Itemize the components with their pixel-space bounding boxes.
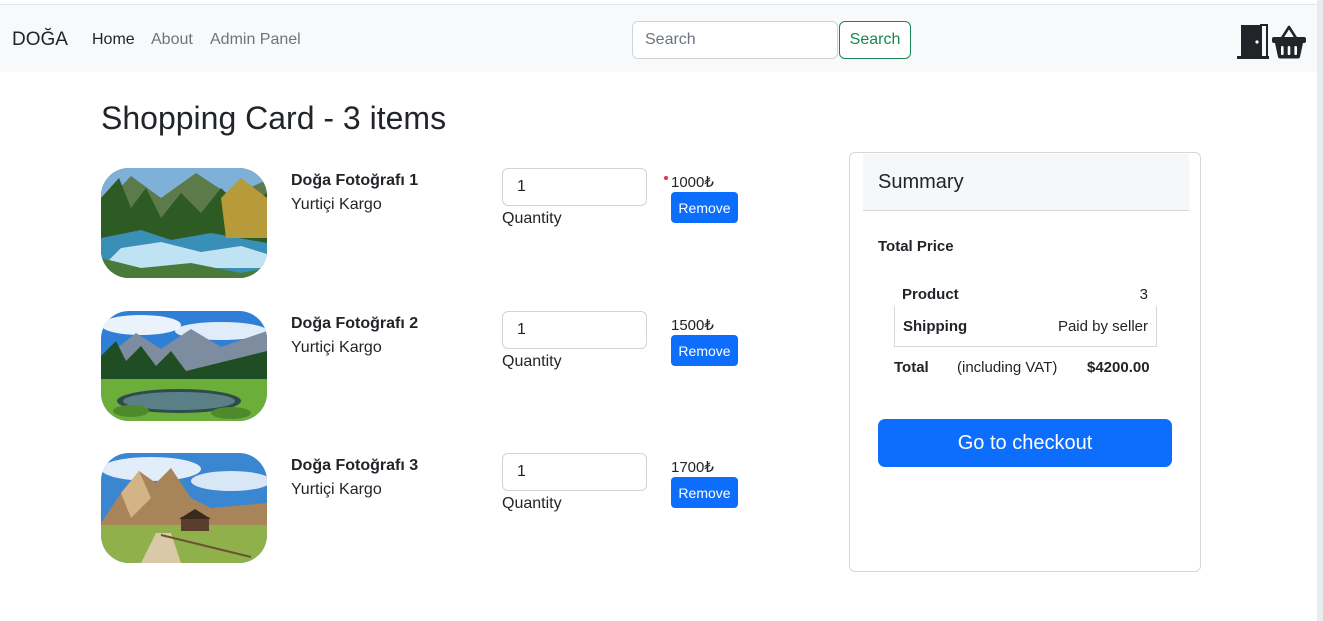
product-image (101, 168, 267, 278)
quantity-input[interactable] (502, 453, 647, 491)
product-name[interactable]: Doğa Fotoğrafı 1 (291, 172, 418, 190)
total-price-label: Total Price (878, 238, 954, 255)
product-price: 1700₺ (671, 459, 714, 476)
door-icon[interactable] (1236, 22, 1270, 60)
checkout-button[interactable]: Go to checkout (878, 419, 1172, 467)
price-marker (664, 176, 668, 180)
remove-button[interactable]: Remove (671, 192, 738, 223)
page-title: Shopping Card - 3 items (101, 100, 447, 136)
window-edge (1317, 0, 1323, 621)
remove-button[interactable]: Remove (671, 477, 738, 508)
shipping-value: Paid by seller (1057, 318, 1148, 335)
total-vat-note: (including VAT) (957, 359, 1058, 376)
product-name[interactable]: Doğa Fotoğrafı 3 (291, 457, 418, 475)
summary-header: Summary (863, 154, 1189, 211)
nav-link-home[interactable]: Home (92, 31, 135, 49)
nav-link-admin-panel[interactable]: Admin Panel (210, 31, 301, 49)
product-image (101, 453, 267, 563)
quantity-label: Quantity (502, 353, 562, 370)
quantity-label: Quantity (502, 210, 562, 227)
product-name[interactable]: Doğa Fotoğrafı 2 (291, 315, 418, 333)
summary-card: Summary Total Price Product 3 Shipping P… (849, 152, 1201, 572)
shipping-method: Yurtiçi Kargo (291, 196, 382, 213)
search-button[interactable]: Search (839, 21, 911, 59)
product-count-label: Product (902, 286, 959, 303)
navbar: DOĞA Home About Admin Panel Search (0, 4, 1317, 72)
product-count-value: 3 (1139, 286, 1148, 303)
product-price: 1500₺ (671, 317, 714, 334)
summary-title: Summary (878, 171, 964, 193)
total-value: $4200.00 (1087, 359, 1150, 376)
cart-item: Doğa Fotoğrafı 2 Yurtiçi Kargo Quantity … (101, 311, 801, 423)
brand-logo[interactable]: DOĞA (12, 29, 68, 51)
shipping-method: Yurtiçi Kargo (291, 339, 382, 356)
basket-icon[interactable] (1270, 24, 1308, 60)
product-image (101, 311, 267, 421)
quantity-input[interactable] (502, 168, 647, 206)
quantity-input[interactable] (502, 311, 647, 349)
product-price: 1000₺ (671, 174, 714, 191)
nav-link-about[interactable]: About (151, 31, 193, 49)
quantity-label: Quantity (502, 495, 562, 512)
search-input[interactable] (632, 21, 838, 59)
shipping-method: Yurtiçi Kargo (291, 481, 382, 498)
total-label: Total (894, 359, 929, 376)
remove-button[interactable]: Remove (671, 335, 738, 366)
cart-item: Doğa Fotoğrafı 3 Yurtiçi Kargo Quantity … (101, 453, 801, 565)
cart-item: Doğa Fotoğrafı 1 Yurtiçi Kargo Quantity … (101, 168, 801, 280)
shipping-label: Shipping (903, 318, 968, 335)
